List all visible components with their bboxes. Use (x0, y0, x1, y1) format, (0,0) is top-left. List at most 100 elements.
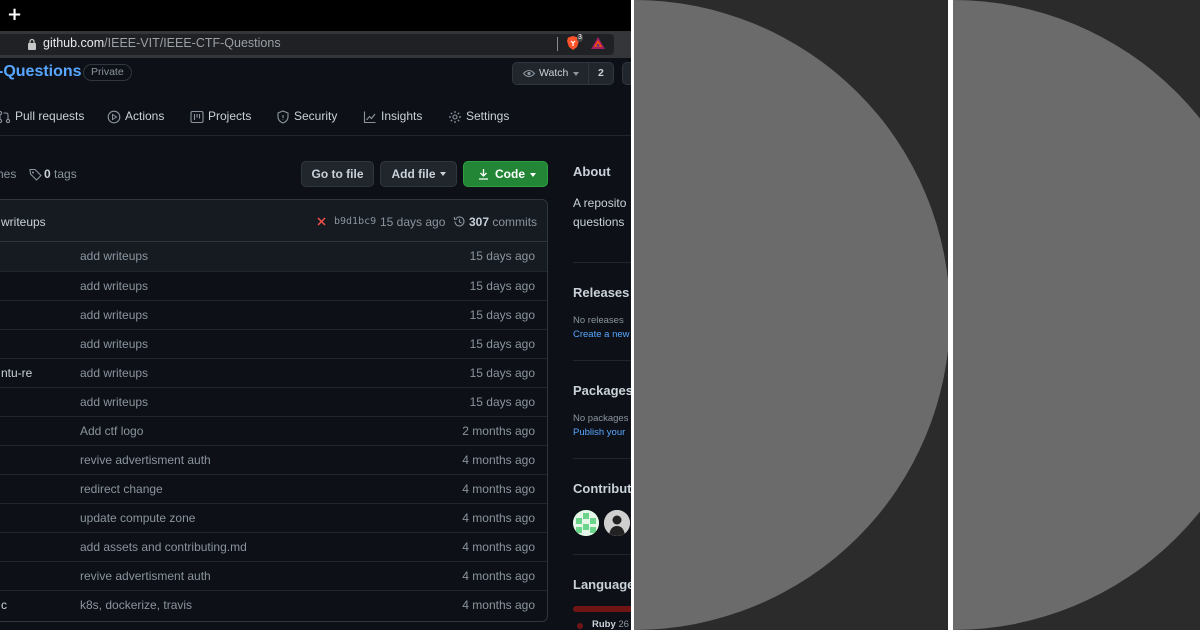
language-color-dot (577, 623, 583, 629)
eye-icon (523, 69, 535, 78)
tab-label: Actions (125, 109, 165, 123)
file-commit-message[interactable]: Add ctf logo (80, 424, 143, 438)
lock-icon (28, 38, 36, 50)
url-divider (557, 37, 558, 51)
user-photo-icon (604, 510, 630, 536)
releases-heading[interactable]: Releases (573, 285, 629, 300)
publish-package-link[interactable]: Publish your (573, 427, 625, 438)
file-row[interactable]: ntu-re add writeups 15 days ago (0, 358, 547, 387)
add-file-label: Add file (391, 167, 436, 181)
languages-heading: Language (573, 577, 631, 592)
gear-icon (449, 111, 461, 123)
code-label: Code (495, 167, 525, 181)
half-circle-shape (953, 0, 1200, 630)
file-commit-message[interactable]: redirect change (80, 482, 163, 496)
contributor-avatar[interactable] (604, 510, 630, 536)
commits-label: commits (492, 215, 538, 229)
repo-name-link[interactable]: -Questions (0, 63, 82, 81)
tab-label: Pull requests (15, 109, 85, 123)
file-commit-message[interactable]: revive advertisment auth (80, 569, 211, 583)
tag-icon (29, 168, 42, 181)
private-badge: Private (83, 64, 132, 81)
file-name-link[interactable]: ntu-re (1, 366, 32, 380)
file-commit-time: 15 days ago (469, 249, 535, 263)
brave-rewards-icon[interactable] (591, 37, 605, 49)
file-commit-time: 4 months ago (462, 540, 535, 554)
latest-commit-message[interactable]: writeups (1, 215, 46, 229)
watch-button[interactable]: Watch 2 (512, 62, 614, 85)
about-description-line: questions (573, 215, 625, 229)
half-circle-shape (634, 0, 948, 630)
file-commit-time: 15 days ago (469, 366, 535, 380)
file-commit-message[interactable]: add writeups (80, 308, 148, 322)
packages-empty-text: No packages (573, 413, 629, 424)
tabs-divider (0, 135, 631, 136)
url-text[interactable]: github.com/IEEE-VIT/IEEE-CTF-Questions (43, 36, 281, 50)
file-commit-time: 4 months ago (462, 598, 535, 612)
file-name-link[interactable]: c (1, 598, 7, 612)
sidebar-divider (573, 262, 631, 263)
file-commit-message[interactable]: k8s, dockerize, travis (80, 598, 192, 612)
file-commit-message[interactable]: add writeups (80, 249, 148, 263)
file-row[interactable]: update compute zone 4 months ago (0, 503, 547, 532)
x-fail-icon[interactable] (317, 217, 326, 226)
commit-time: 15 days ago (380, 215, 446, 229)
decorative-panel (634, 0, 948, 630)
file-row[interactable]: add writeups 15 days ago (0, 329, 547, 358)
file-row[interactable]: add writeups 15 days ago (0, 300, 547, 329)
play-icon (107, 110, 121, 124)
file-commit-time: 15 days ago (469, 308, 535, 322)
language-item[interactable]: Ruby 26 (592, 619, 629, 630)
contributors-heading[interactable]: Contribut (573, 481, 631, 496)
file-row[interactable]: Add ctf logo 2 months ago (0, 416, 547, 445)
file-row[interactable]: redirect change 4 months ago (0, 474, 547, 503)
contributor-avatar[interactable] (573, 510, 599, 536)
file-row[interactable]: add writeups 15 days ago (0, 387, 547, 416)
watch-label: Watch (539, 67, 569, 79)
tab-label: Projects (208, 109, 252, 123)
file-commit-message[interactable]: add writeups (80, 337, 148, 351)
file-commit-message[interactable]: add assets and contributing.md (80, 540, 247, 554)
file-row[interactable]: revive advertisment auth 4 months ago (0, 561, 547, 590)
tags-label: tags (54, 167, 77, 181)
new-tab-button[interactable]: + (7, 6, 22, 24)
tab-label: Security (294, 109, 338, 123)
about-heading: About (573, 164, 611, 179)
file-commit-time: 15 days ago (469, 337, 535, 351)
file-row[interactable]: add writeups 15 days ago (0, 242, 547, 271)
file-commit-message[interactable]: add writeups (80, 366, 148, 380)
commits-link[interactable]: 307 commits (469, 215, 537, 229)
fork-button[interactable] (622, 62, 631, 85)
create-release-link[interactable]: Create a new (573, 329, 630, 340)
file-row[interactable]: add writeups 15 days ago (0, 271, 547, 300)
graph-icon (363, 111, 376, 124)
language-percent: 26 (618, 619, 629, 630)
shield-icon (277, 110, 289, 124)
file-row[interactable]: c k8s, dockerize, travis 4 months ago (0, 590, 547, 619)
file-row[interactable]: add assets and contributing.md 4 months a… (0, 532, 547, 561)
code-button[interactable]: Code (463, 161, 548, 187)
branches-link[interactable]: hes (0, 167, 16, 181)
go-to-file-button[interactable]: Go to file (301, 161, 374, 187)
file-commit-message[interactable]: add writeups (80, 395, 148, 409)
commits-count: 307 (469, 215, 490, 229)
screenshot-canvas: + github.com/IEEE-VIT/IEEE-CTF-Questions… (0, 0, 1200, 630)
url-host: github.com (43, 36, 105, 50)
watch-count[interactable]: 2 (598, 67, 604, 79)
url-path: /IEEE-VIT/IEEE-CTF-Questions (104, 36, 281, 50)
tab-label: Settings (466, 109, 510, 123)
file-commit-message[interactable]: revive advertisment auth (80, 453, 211, 467)
commit-sha[interactable]: b9d1bc9 (334, 216, 376, 227)
watch-dropdown[interactable]: Watch (513, 63, 589, 84)
file-commit-message[interactable]: update compute zone (80, 511, 195, 525)
file-commit-message[interactable]: add writeups (80, 279, 148, 293)
packages-heading[interactable]: Packages (573, 383, 631, 398)
file-row[interactable]: revive advertisment auth 4 months ago (0, 445, 547, 474)
decorative-panel (953, 0, 1200, 630)
add-file-button[interactable]: Add file (380, 161, 457, 187)
project-icon (190, 110, 204, 124)
file-commit-time: 15 days ago (469, 395, 535, 409)
tags-link[interactable]: 0 tags (44, 167, 77, 181)
sidebar-divider (573, 554, 631, 555)
sidebar-divider (573, 360, 631, 361)
